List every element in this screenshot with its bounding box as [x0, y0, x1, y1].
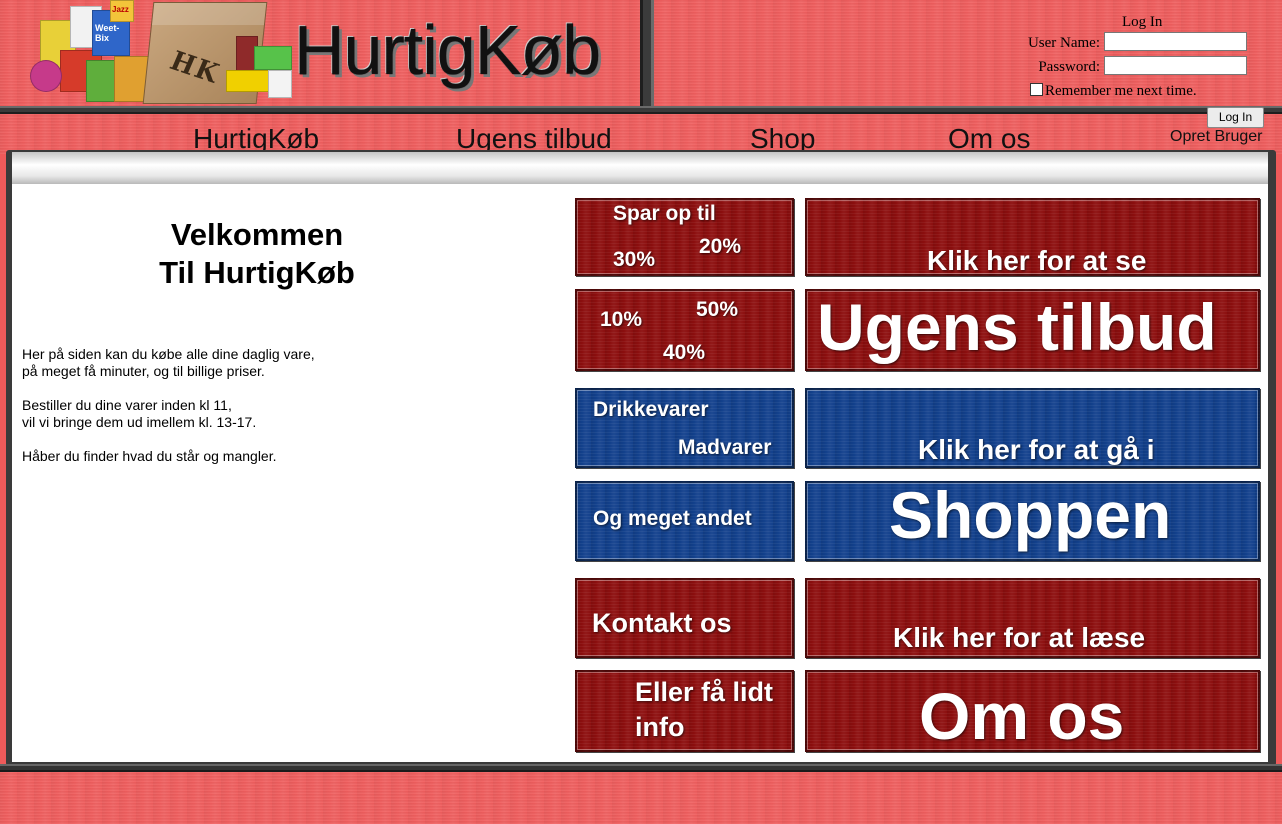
- madvarer-text: Madvarer: [678, 436, 772, 459]
- offers-small-tile-top[interactable]: Spar op til 30% 20%: [575, 198, 794, 276]
- welcome-paragraph: Bestiller du dine varer inden kl 11, vil…: [22, 397, 257, 430]
- shop-small-tile-bottom[interactable]: Og meget andet: [575, 481, 794, 561]
- drikkevarer-text: Drikkevarer: [593, 398, 709, 421]
- product-label: Weet-Bix: [95, 23, 120, 43]
- info-small-tile[interactable]: Eller få lidt info: [575, 670, 794, 752]
- percent-20-text: 20%: [699, 235, 742, 258]
- username-label: User Name:: [1027, 35, 1100, 51]
- percent-50-text: 50%: [696, 298, 739, 321]
- info-text: Eller få lidt info: [635, 677, 774, 742]
- create-user-link[interactable]: Opret Bruger: [1170, 128, 1262, 146]
- login-button[interactable]: Log In: [1207, 107, 1264, 128]
- offers-small-tile-bottom[interactable]: 10% 50% 40%: [575, 289, 794, 371]
- remember-me-row: Remember me next time.: [1030, 83, 1197, 100]
- footer-divider: [0, 764, 1282, 772]
- header-banner: Weet-Bix Jazz HK HurtigKøb: [0, 0, 640, 108]
- password-label: Password:: [1038, 59, 1100, 75]
- welcome-title-line: Velkommen: [170, 217, 344, 252]
- footer: [0, 766, 1282, 824]
- percent-40-text: 40%: [663, 341, 706, 364]
- ugens-tilbud-banner-top[interactable]: Klik her for at se: [805, 198, 1260, 276]
- percent-10-text: 10%: [600, 308, 643, 331]
- welcome-title: Velkommen Til HurtigKøb: [145, 216, 369, 292]
- main-nav: HurtigKøb Ugens tilbud Shop Om os: [0, 114, 1282, 154]
- shoppen-banner-top[interactable]: Klik her for at gå i: [805, 388, 1260, 468]
- password-input[interactable]: [1104, 56, 1247, 75]
- om-os-banner[interactable]: Om os: [805, 670, 1260, 752]
- brand-logo[interactable]: HurtigKøb: [294, 12, 601, 88]
- password-row: Password:: [1010, 56, 1278, 78]
- content-top-bar: [12, 152, 1268, 184]
- percent-30-text: 30%: [613, 248, 656, 271]
- om-os-banner-top[interactable]: Klik her for at læse: [805, 578, 1260, 658]
- shop-small-tile-top[interactable]: Drikkevarer Madvarer: [575, 388, 794, 468]
- remember-me-checkbox[interactable]: [1030, 83, 1043, 96]
- banner-main-text: Ugens tilbud: [817, 290, 1217, 364]
- spar-op-til-text: Spar op til: [613, 202, 716, 225]
- welcome-text: Her på siden kan du købe alle dine dagli…: [22, 346, 542, 482]
- remember-me-label: Remember me next time.: [1045, 83, 1197, 99]
- banner-main-text: Shoppen: [889, 481, 1172, 552]
- groceries-collage-image: Weet-Bix Jazz HK: [30, 0, 292, 104]
- og-meget-andet-text: Og meget andet: [593, 507, 752, 530]
- username-row: User Name:: [1010, 32, 1278, 54]
- header-divider: [0, 106, 1282, 114]
- welcome-paragraph: Her på siden kan du købe alle dine dagli…: [22, 346, 315, 379]
- ugens-tilbud-banner[interactable]: Ugens tilbud: [805, 289, 1260, 371]
- welcome-paragraph: Håber du finder hvad du står og mangler.: [22, 448, 277, 464]
- banner-top-text: Klik her for at læse: [893, 622, 1146, 653]
- product-label: Jazz: [112, 5, 129, 14]
- kontakt-small-tile[interactable]: Kontakt os: [575, 578, 794, 658]
- banner-top-text: Klik her for at se: [927, 245, 1147, 276]
- login-title: Log In: [1122, 14, 1163, 30]
- header-separator: [640, 0, 654, 108]
- username-input[interactable]: [1104, 32, 1247, 51]
- welcome-title-line: Til HurtigKøb: [159, 255, 355, 290]
- banner-main-text: Om os: [919, 679, 1125, 752]
- banner-top-text: Klik her for at gå i: [918, 434, 1155, 465]
- kontakt-os-text: Kontakt os: [592, 608, 732, 638]
- shoppen-banner[interactable]: Shoppen: [805, 481, 1260, 561]
